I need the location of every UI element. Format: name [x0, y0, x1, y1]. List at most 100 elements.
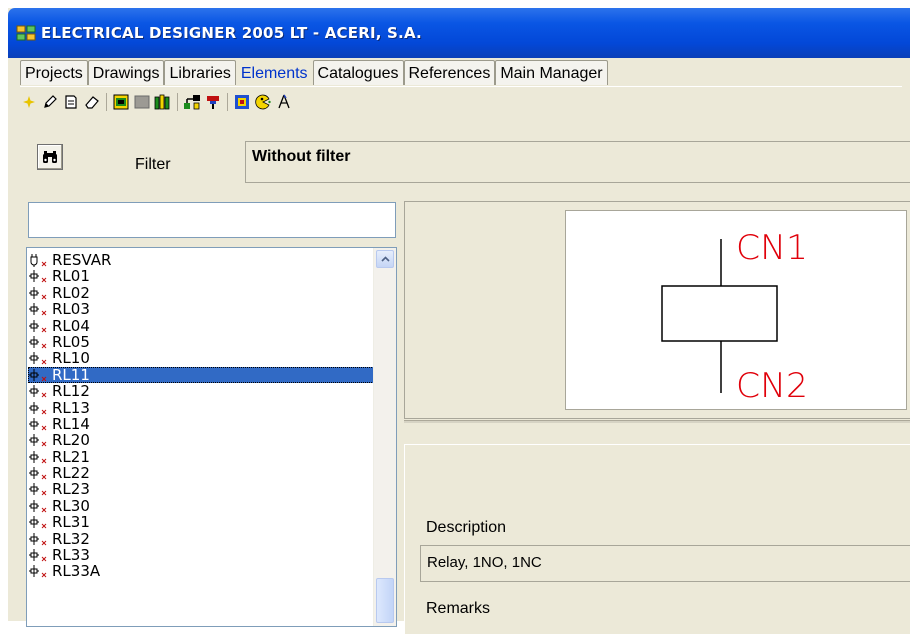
relay-symbol-icon: [29, 565, 47, 578]
list-item[interactable]: RL13: [28, 400, 374, 416]
relay-symbol-icon: [29, 319, 47, 332]
terminal-label-bottom: CN2: [736, 366, 808, 406]
document-icon[interactable]: [62, 93, 80, 111]
list-item-label: RL11: [52, 365, 90, 384]
relay-symbol-icon: [29, 532, 47, 545]
element-list-panel: RESVAR RL01 RL02 RL03 RL04 RL05 RL10 RL11 RL12 RL…: [26, 247, 397, 627]
eraser-icon[interactable]: [83, 93, 101, 111]
list-item-label: RL10: [52, 349, 90, 368]
list-item-label: RL05: [52, 332, 90, 351]
tab-divider: [20, 86, 902, 87]
binoculars-icon: [43, 151, 57, 163]
list-item[interactable]: RL30: [28, 498, 374, 514]
list-item-label: RL22: [52, 464, 90, 483]
chevron-up-icon: [380, 256, 390, 262]
list-item[interactable]: RL02: [28, 285, 374, 301]
list-item-label: RL30: [52, 496, 90, 515]
list-item[interactable]: RL04: [28, 318, 374, 334]
pie-icon[interactable]: [254, 93, 272, 111]
window-title: ELECTRICAL DESIGNER 2005 LT - ACERI, S.A…: [41, 24, 422, 42]
relay-symbol-icon: [29, 434, 47, 447]
description-field[interactable]: Relay, 1NO, 1NC: [420, 545, 910, 582]
list-item[interactable]: RL33A: [28, 563, 374, 579]
main-tabs: Projects Drawings Libraries Elements Catalog…: [20, 60, 608, 86]
list-item[interactable]: RL21: [28, 449, 374, 465]
title-bar[interactable]: ELECTRICAL DESIGNER 2005 LT - ACERI, S.A…: [8, 8, 910, 58]
scroll-thumb[interactable]: [376, 578, 394, 623]
remarks-label: Remarks: [426, 600, 491, 617]
list-item-label: RL03: [52, 300, 90, 319]
tab-catalogues[interactable]: Catalogues: [312, 60, 404, 85]
relay-symbol-icon: [29, 270, 47, 283]
list-item-label: RL33A: [52, 562, 101, 581]
list-item-label: RL14: [52, 414, 90, 433]
relay-symbol-icon: [29, 401, 47, 414]
relay-symbol-icon: [29, 335, 47, 349]
relay-symbol-icon: [29, 385, 47, 398]
toolbar-separator: [177, 93, 178, 111]
tab-references[interactable]: References: [403, 60, 496, 85]
relay-symbol-icon: [29, 352, 47, 365]
list-item-label: RL32: [52, 529, 90, 548]
scroll-up-button[interactable]: [376, 250, 394, 268]
element-search-input[interactable]: [28, 202, 396, 238]
relay-symbol-icon: [29, 516, 47, 529]
new-star-icon[interactable]: [20, 93, 38, 111]
tab-libraries[interactable]: Libraries: [164, 60, 236, 85]
relay-symbol-icon: [29, 549, 47, 562]
panel-divider: [404, 420, 910, 423]
relay-symbol-icon: [29, 450, 47, 464]
list-item-label: RL20: [52, 431, 90, 450]
list-item[interactable]: RL11: [28, 365, 374, 384]
list-item-label: RL04: [52, 316, 90, 335]
find-button[interactable]: [37, 144, 63, 170]
list-item[interactable]: RL22: [28, 465, 374, 481]
relay-symbol-icon: [29, 499, 47, 513]
description-label: Description: [426, 519, 507, 536]
list-item[interactable]: RL31: [28, 514, 374, 530]
relay-symbol-icon: [29, 286, 47, 300]
connector-icon[interactable]: [204, 93, 222, 111]
list-item[interactable]: RL10: [28, 350, 374, 366]
relay-symbol-icon: [29, 483, 47, 496]
list-item-label: RL23: [52, 480, 90, 499]
list-item-label: RL21: [52, 447, 90, 466]
network-icon[interactable]: [183, 93, 201, 111]
list-item-label: RL31: [52, 513, 90, 532]
tab-projects[interactable]: Projects: [20, 60, 88, 85]
component-icon[interactable]: [112, 93, 130, 111]
element-toolbar: [20, 91, 296, 113]
list-item-label: RESVAR: [52, 251, 112, 269]
pencil-icon[interactable]: [41, 93, 59, 111]
list-item[interactable]: RL03: [28, 301, 374, 317]
list-item[interactable]: RL12: [28, 383, 374, 399]
relay-symbol-icon: [29, 368, 47, 382]
books-icon[interactable]: [154, 93, 172, 111]
filter-field[interactable]: Without filter: [245, 141, 910, 183]
list-item[interactable]: RL20: [28, 432, 374, 448]
tab-main-manager[interactable]: Main Manager: [495, 60, 608, 85]
list-item-label: RL01: [52, 267, 90, 286]
list-scrollbar[interactable]: [373, 248, 396, 626]
list-item-label: RL13: [52, 398, 90, 417]
grid-select-icon[interactable]: [233, 93, 251, 111]
list-item[interactable]: RL32: [28, 531, 374, 547]
tab-drawings[interactable]: Drawings: [87, 60, 165, 85]
list-item[interactable]: RESVAR: [28, 252, 374, 268]
toolbar-separator: [227, 93, 228, 111]
relay-symbol-icon: [29, 467, 47, 480]
tab-elements[interactable]: Elements: [235, 60, 313, 85]
list-item[interactable]: RL14: [28, 416, 374, 432]
compass-icon[interactable]: [275, 93, 293, 111]
list-item[interactable]: RL05: [28, 334, 374, 350]
symbol-preview-canvas: CN1 CN2: [565, 210, 907, 410]
list-item-label: RL33: [52, 546, 90, 565]
app-logo-icon: [16, 25, 36, 41]
list-item[interactable]: RL23: [28, 481, 374, 497]
list-item[interactable]: RL33: [28, 547, 374, 563]
relay-coil-symbol: CN1 CN2: [661, 228, 808, 406]
list-item[interactable]: RL01: [28, 268, 374, 284]
list-item-label: RL12: [52, 382, 90, 401]
gray-block-icon[interactable]: [133, 93, 151, 111]
toolbar-separator: [106, 93, 107, 111]
